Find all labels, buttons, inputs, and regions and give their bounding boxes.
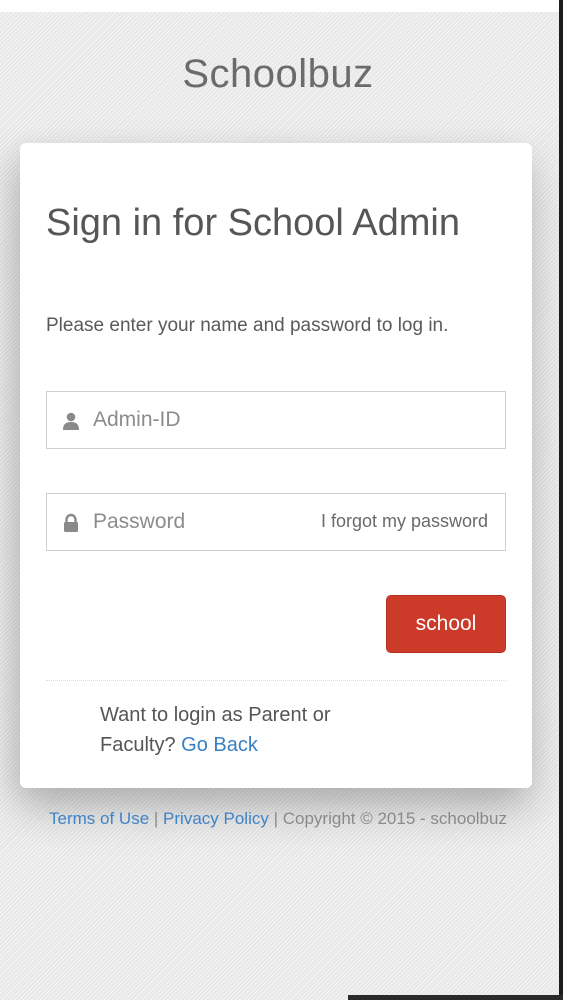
footer-separator: | bbox=[273, 809, 279, 828]
admin-id-input[interactable] bbox=[93, 392, 293, 448]
go-back-link[interactable]: Go Back bbox=[181, 734, 258, 756]
divider bbox=[46, 680, 506, 681]
terms-of-use-link[interactable]: Terms of Use bbox=[49, 809, 149, 828]
user-icon bbox=[63, 412, 79, 430]
footer-separator: | bbox=[153, 809, 159, 828]
sign-in-button[interactable]: school bbox=[386, 595, 506, 653]
top-bar bbox=[0, 0, 560, 12]
forgot-password-link[interactable]: I forgot my password bbox=[321, 511, 488, 532]
window-edge bbox=[559, 0, 563, 1000]
password-input[interactable] bbox=[93, 494, 293, 550]
alt-login-text: Want to login as Parent or Faculty? Go B… bbox=[100, 700, 400, 760]
login-instructions: Please enter your name and password to l… bbox=[46, 315, 449, 336]
copyright-text: Copyright © 2015 - schoolbuz bbox=[282, 809, 507, 828]
admin-id-field bbox=[46, 391, 506, 449]
page-title: Sign in for School Admin bbox=[46, 202, 461, 244]
lock-icon bbox=[64, 513, 78, 532]
login-card: Sign in for School Admin Please enter yo… bbox=[20, 143, 532, 788]
privacy-policy-link[interactable]: Privacy Policy bbox=[163, 809, 269, 828]
footer: Terms of Use | Privacy Policy | Copyrigh… bbox=[40, 806, 516, 832]
password-field: I forgot my password bbox=[46, 493, 506, 551]
bottom-edge bbox=[348, 995, 563, 1000]
brand-title: Schoolbuz bbox=[182, 52, 374, 96]
